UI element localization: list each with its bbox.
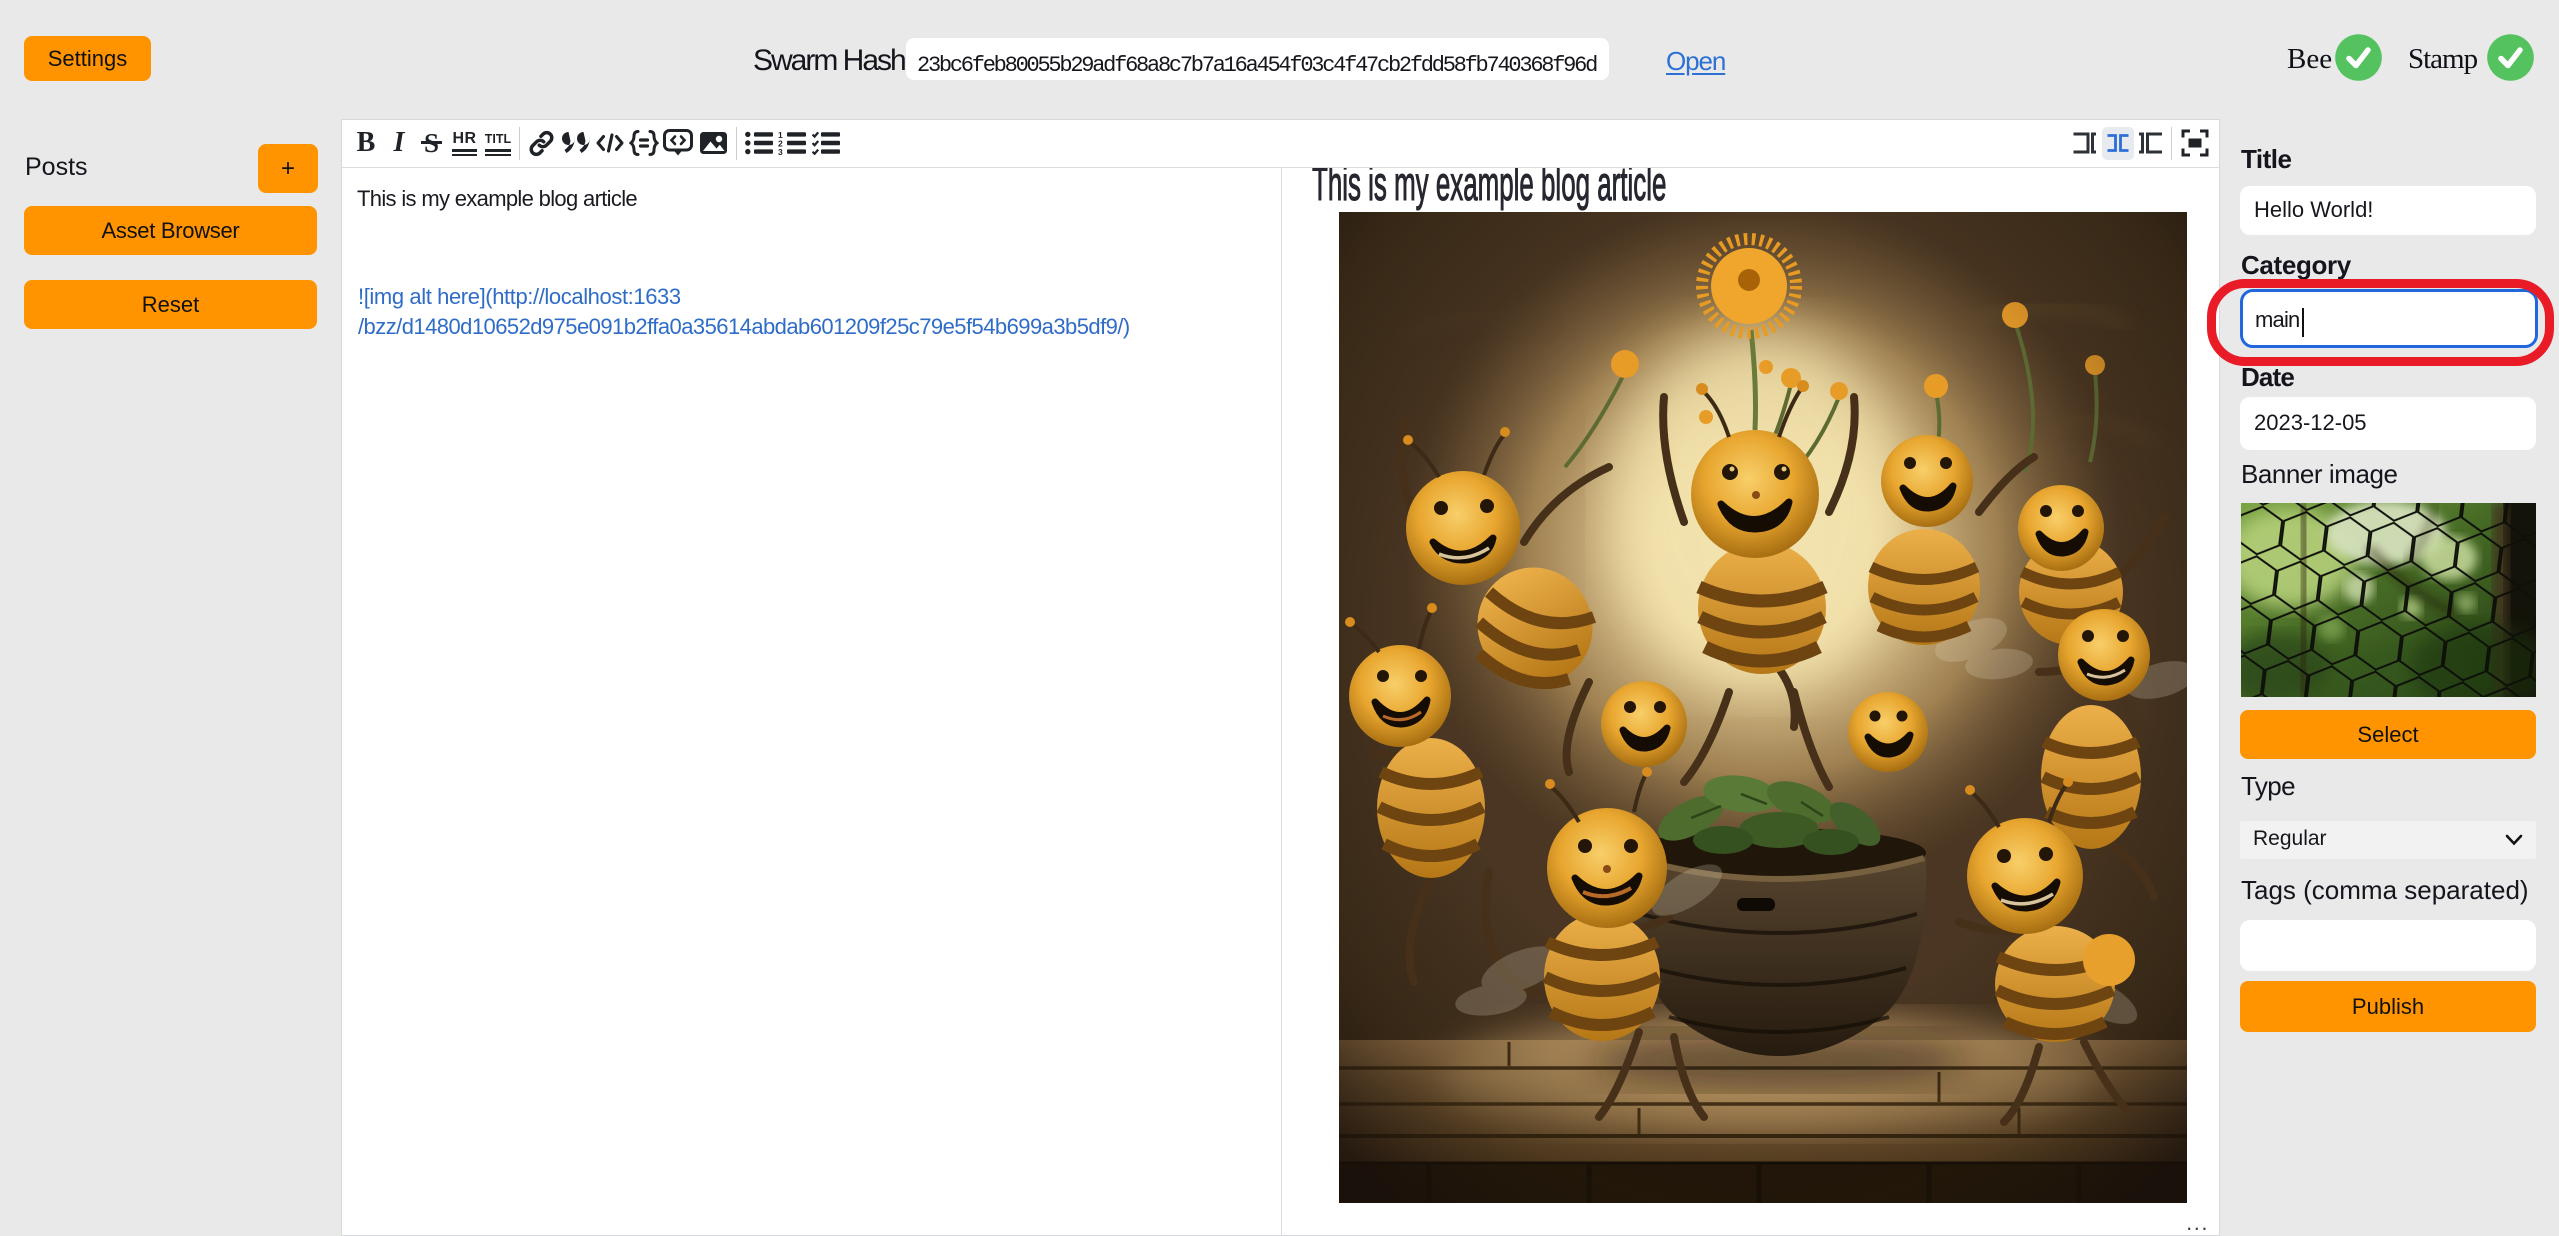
- svg-text:3: 3: [778, 147, 783, 155]
